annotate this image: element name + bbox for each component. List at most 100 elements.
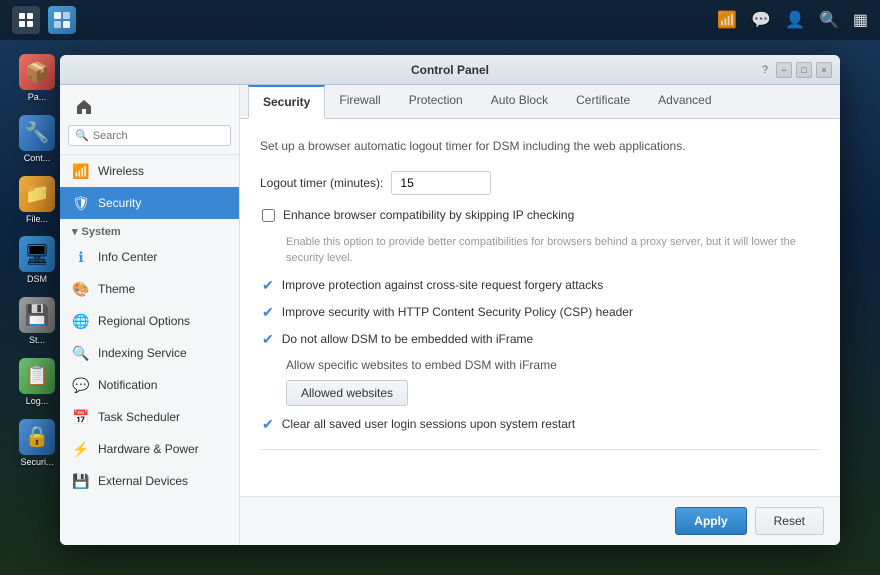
csp-row: ✔ Improve security with HTTP Content Sec… — [260, 304, 820, 321]
sidebar-item-regional-options[interactable]: 🌐 Regional Options — [60, 305, 239, 337]
panel-footer: Apply Reset — [240, 496, 840, 545]
csrf-label: Improve protection against cross-site re… — [282, 277, 603, 294]
sidebar-item-label: External Devices — [98, 474, 188, 488]
sidebar-item-external-devices[interactable]: 💾 External Devices — [60, 465, 239, 497]
search-input[interactable] — [93, 130, 224, 142]
search-icon: 🔍 — [75, 129, 89, 142]
sidebar-item-label: Theme — [98, 282, 135, 296]
sidebar-item-info-center[interactable]: ℹ Info Center — [60, 241, 239, 273]
allowed-websites-button[interactable]: Allowed websites — [286, 380, 408, 406]
sidebar-item-indexing-service[interactable]: 🔍 Indexing Service — [60, 337, 239, 369]
sidebar-item-security[interactable]: 🛡 Security — [60, 187, 239, 219]
regional-icon: 🌐 — [72, 312, 90, 330]
clear-sessions-checkmark: ✔ — [262, 416, 274, 433]
logout-timer-row: Logout timer (minutes): — [260, 171, 820, 195]
desktop-icon-storage[interactable]: 💾 St... — [12, 293, 62, 350]
tab-certificate[interactable]: Certificate — [562, 85, 644, 119]
sidebar-item-hardware-power[interactable]: ⚡ Hardware & Power — [60, 433, 239, 465]
sidebar-item-label: Wireless — [98, 164, 144, 178]
taskbar-right: 📶 💬 👤 🔍 ▦ — [717, 10, 868, 30]
desktop-icon-dsm[interactable]: 🖥 DSM — [12, 232, 62, 289]
taskbar-left — [12, 6, 76, 34]
sidebar: 🔍 📶 Wireless 🛡 Security ▾ System ℹ Info … — [60, 85, 240, 545]
tab-security[interactable]: Security — [248, 85, 325, 119]
iframe-sub-label: Allow specific websites to embed DSM wit… — [286, 358, 820, 372]
ip-checking-info: Enable this option to provide better com… — [286, 234, 820, 267]
desktop-icon-log[interactable]: 📋 Log... — [12, 354, 62, 411]
sidebar-item-label: Info Center — [98, 250, 157, 264]
sidebar-item-theme[interactable]: 🎨 Theme — [60, 273, 239, 305]
panel-divider — [260, 449, 820, 450]
iframe-checkmark: ✔ — [262, 331, 274, 348]
csrf-checkmark: ✔ — [262, 277, 274, 294]
desktop-icon-packages[interactable]: 📦 Pa... — [12, 50, 62, 107]
apply-button[interactable]: Apply — [675, 507, 746, 535]
grid-icon[interactable]: ▦ — [853, 10, 868, 30]
logout-timer-input[interactable] — [391, 171, 491, 195]
tab-advanced[interactable]: Advanced — [644, 85, 725, 119]
main-panel: Set up a browser automatic logout timer … — [240, 119, 840, 496]
taskbar: 📶 💬 👤 🔍 ▦ — [0, 0, 880, 40]
sidebar-item-label: Regional Options — [98, 314, 190, 328]
clear-sessions-row: ✔ Clear all saved user login sessions up… — [260, 416, 820, 433]
indexing-icon: 🔍 — [72, 344, 90, 362]
home-button[interactable] — [68, 93, 100, 121]
desktop-icon-security[interactable]: 🔒 Securi... — [12, 415, 62, 472]
window-title: Control Panel — [411, 63, 489, 77]
hardware-icon: ⚡ — [72, 440, 90, 458]
tab-auto-block[interactable]: Auto Block — [477, 85, 562, 119]
csp-label: Improve security with HTTP Content Secur… — [282, 304, 633, 321]
section-arrow: ▾ — [72, 225, 78, 238]
sidebar-item-label: Notification — [98, 378, 157, 392]
ip-checking-checkbox[interactable] — [262, 209, 275, 222]
tab-firewall[interactable]: Firewall — [325, 85, 394, 119]
title-bar: Control Panel ? − □ × — [60, 55, 840, 85]
csp-checkmark: ✔ — [262, 304, 274, 321]
desktop-icons: 📦 Pa... 🔧 Cont... 📁 File... 🖥 DSM 💾 St..… — [12, 50, 62, 472]
desktop-icon-file[interactable]: 📁 File... — [12, 172, 62, 229]
tab-protection[interactable]: Protection — [395, 85, 477, 119]
search-box: 🔍 — [68, 125, 231, 146]
desktop-icon-control[interactable]: 🔧 Cont... — [12, 111, 62, 168]
clear-sessions-label: Clear all saved user login sessions upon… — [282, 416, 575, 433]
info-icon: ℹ — [72, 248, 90, 266]
sidebar-item-label: Indexing Service — [98, 346, 187, 360]
logout-timer-label: Logout timer (minutes): — [260, 176, 383, 190]
sidebar-item-label: Task Scheduler — [98, 410, 180, 424]
sidebar-item-label: Security — [98, 196, 141, 210]
apps-grid-button[interactable] — [12, 6, 40, 34]
reset-button[interactable]: Reset — [755, 507, 824, 535]
wifi-icon[interactable]: 📶 — [717, 10, 737, 30]
sidebar-item-wireless[interactable]: 📶 Wireless — [60, 155, 239, 187]
user-icon[interactable]: 👤 — [785, 10, 805, 30]
panel-description: Set up a browser automatic logout timer … — [260, 137, 820, 155]
wireless-icon: 📶 — [72, 162, 90, 180]
taskbar-app-icon[interactable] — [48, 6, 76, 34]
close-button[interactable]: × — [816, 62, 832, 78]
maximize-button[interactable]: □ — [796, 62, 812, 78]
iframe-row: ✔ Do not allow DSM to be embedded with i… — [260, 331, 820, 348]
tabs: Security Firewall Protection Auto Block … — [240, 85, 840, 119]
security-icon: 🛡 — [72, 194, 90, 212]
sidebar-section-system: ▾ System — [60, 219, 239, 241]
theme-icon: 🎨 — [72, 280, 90, 298]
search-icon[interactable]: 🔍 — [819, 10, 839, 30]
task-icon: 📅 — [72, 408, 90, 426]
minimize-button[interactable]: − — [776, 62, 792, 78]
ip-checking-label: Enhance browser compatibility by skippin… — [283, 207, 574, 224]
external-icon: 💾 — [72, 472, 90, 490]
control-panel-window: Control Panel ? − □ × 🔍 📶 Wireless — [60, 55, 840, 545]
sidebar-item-label: Hardware & Power — [98, 442, 199, 456]
help-button[interactable]: ? — [762, 64, 768, 76]
content-area: Security Firewall Protection Auto Block … — [240, 85, 840, 545]
notification-icon: 💬 — [72, 376, 90, 394]
chat-icon[interactable]: 💬 — [751, 10, 771, 30]
sidebar-item-task-scheduler[interactable]: 📅 Task Scheduler — [60, 401, 239, 433]
window-controls: ? − □ × — [762, 62, 832, 78]
sidebar-item-notification[interactable]: 💬 Notification — [60, 369, 239, 401]
sidebar-header: 🔍 — [60, 85, 239, 155]
section-label: System — [82, 226, 121, 238]
window-body: 🔍 📶 Wireless 🛡 Security ▾ System ℹ Info … — [60, 85, 840, 545]
csrf-row: ✔ Improve protection against cross-site … — [260, 277, 820, 294]
iframe-label: Do not allow DSM to be embedded with iFr… — [282, 331, 533, 348]
